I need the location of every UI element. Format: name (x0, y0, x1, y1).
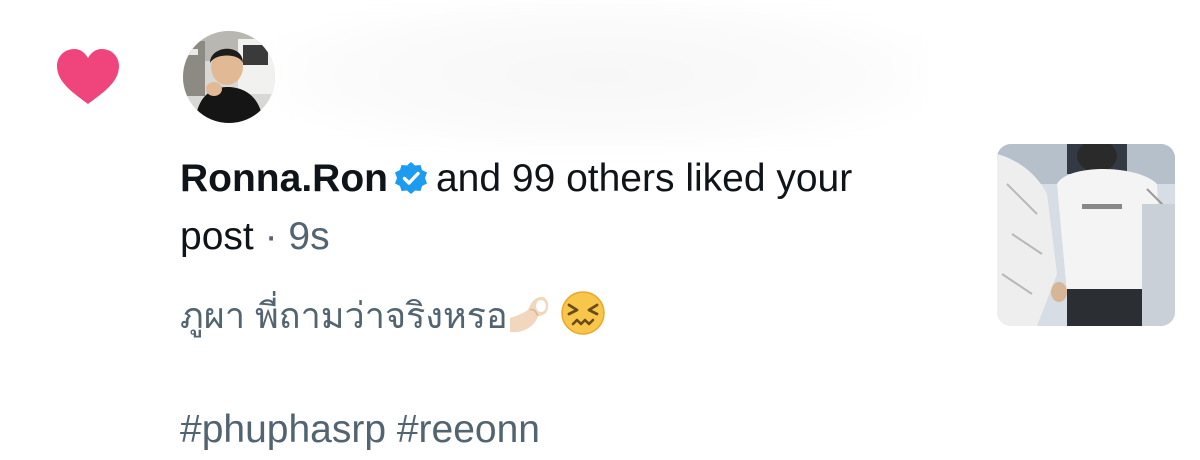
thumbnail-photo (997, 144, 1175, 326)
pinching-hand-emoji (509, 296, 548, 332)
post-text: ภูผา พี่ถามว่าจริงหรอ (180, 295, 508, 336)
post-preview-text: ภูผา พี่ถามว่าจริงหรอ (180, 290, 606, 339)
avatar-photo (183, 31, 275, 123)
separator-dot: · (264, 215, 278, 258)
like-notification[interactable]: Ronna.Ron and 99 others liked your post … (0, 0, 1200, 460)
blurred-region (275, 0, 925, 150)
notification-headline: Ronna.Ron and 99 others liked your post … (180, 150, 900, 266)
post-image-thumbnail[interactable] (997, 144, 1175, 326)
timestamp: 9s (288, 215, 330, 258)
confounded-face-emoji (560, 291, 605, 335)
verified-badge-icon (394, 162, 427, 194)
avatar[interactable] (183, 31, 275, 123)
user-name-link[interactable]: Ronna.Ron (180, 157, 388, 200)
heart-icon (57, 49, 119, 104)
post-hashtags: #phuphasrp #reeonn (180, 408, 540, 451)
